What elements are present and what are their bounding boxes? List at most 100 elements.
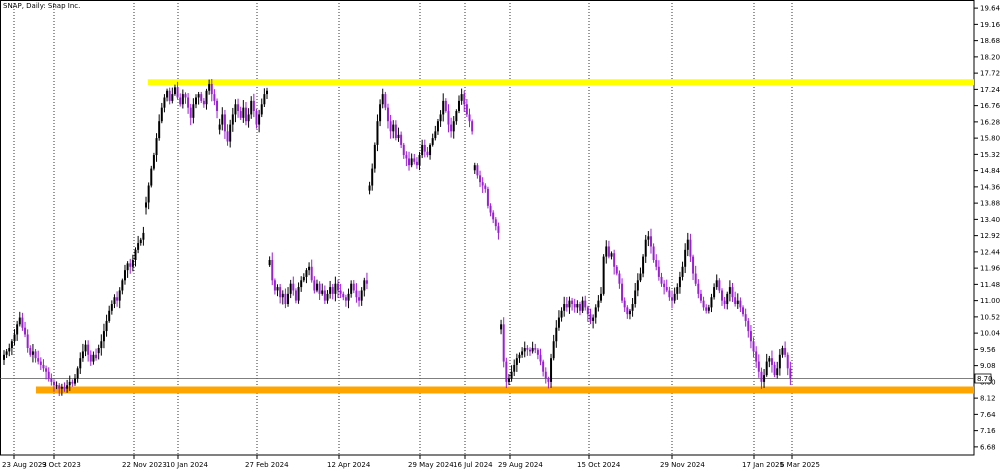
candle-body	[363, 280, 366, 291]
candle-body	[768, 358, 771, 362]
x-tick-label: 9 Oct 2023	[42, 461, 81, 469]
candle-body	[84, 344, 87, 352]
y-tick-label: 11.48	[980, 281, 1000, 289]
candle-body	[607, 246, 610, 257]
candle-body	[281, 293, 284, 298]
x-tick-label: 29 Aug 2024	[498, 461, 543, 469]
candle-body	[179, 97, 182, 105]
candle-body	[634, 290, 637, 305]
candle-body	[765, 361, 768, 376]
candle-body	[442, 100, 445, 115]
candle-body	[200, 94, 203, 101]
candle-body	[784, 348, 787, 355]
y-tick-label: 12.92	[980, 232, 1000, 240]
candle-body	[757, 361, 760, 372]
price-chart[interactable]: SNAP, Daily: Snap Inc. 23 Aug 2023 9 Oct …	[0, 0, 1000, 470]
candle-body	[581, 300, 584, 311]
candle-body	[121, 280, 124, 291]
y-tick-label: 14.36	[980, 183, 1000, 191]
candle-body	[479, 175, 482, 183]
candle-body	[471, 121, 474, 132]
y-tick-label: 15.32	[980, 151, 1000, 159]
candle-body	[518, 354, 521, 359]
candle-body	[129, 263, 132, 267]
candle-body	[615, 266, 618, 274]
candle-body	[578, 304, 581, 311]
candle-body	[16, 324, 19, 335]
y-tick-label: 19.64	[980, 5, 1000, 13]
y-tick-label: 11.00	[980, 297, 1000, 305]
candle-body	[168, 90, 171, 101]
candle-body	[539, 354, 542, 362]
candle-body	[760, 371, 763, 382]
candle-body	[626, 307, 629, 315]
candle-body	[152, 155, 155, 169]
candle-body	[568, 300, 571, 308]
candle-body	[707, 307, 710, 311]
candle-body	[747, 320, 750, 332]
candle-body	[418, 155, 421, 166]
candle-body	[97, 348, 100, 354]
y-tick-label: 7.16	[980, 427, 996, 435]
candle-body	[202, 100, 205, 105]
candle-body	[279, 287, 282, 298]
candle-body	[139, 239, 142, 244]
candle-body	[358, 297, 361, 301]
candle-body	[500, 324, 503, 330]
candle-body	[126, 263, 129, 271]
candle-body	[623, 300, 626, 308]
candle-body	[529, 349, 531, 352]
candle-body	[684, 249, 687, 267]
candle-body	[665, 287, 668, 291]
candle-body	[365, 280, 368, 284]
candle-body	[429, 144, 432, 156]
y-tick-label: 15.80	[980, 135, 1000, 143]
candle-body	[50, 378, 53, 382]
candle-body	[613, 253, 616, 267]
candle-body	[560, 310, 563, 318]
candle-body	[786, 354, 789, 369]
candle-body	[26, 334, 29, 349]
candle-body	[55, 385, 58, 387]
y-tick-label: 6.68	[980, 443, 996, 451]
candle-body	[89, 354, 92, 362]
candle-body	[463, 94, 466, 105]
candle-body	[668, 290, 671, 298]
candle-body	[671, 297, 674, 301]
x-tick-label: 27 Feb 2024	[245, 461, 289, 469]
candle-body	[728, 287, 731, 294]
candle-body	[39, 361, 42, 365]
candle-body	[384, 94, 387, 108]
candle-body	[621, 283, 624, 301]
candle-body	[402, 144, 405, 156]
candle-body	[678, 276, 681, 288]
candle-body	[468, 114, 471, 122]
candle-body	[18, 317, 21, 325]
candle-body	[534, 348, 537, 350]
candle-body	[334, 283, 337, 294]
candle-body	[58, 385, 61, 389]
current-price-label: 8.70	[977, 375, 993, 383]
candle-body	[123, 270, 126, 281]
candle-body	[481, 182, 484, 186]
candle-body	[326, 293, 329, 301]
candle-body	[42, 364, 45, 369]
candle-body	[778, 354, 781, 369]
candle-body	[602, 256, 605, 294]
candle-body	[271, 260, 274, 281]
candle-body	[749, 331, 752, 342]
candle-body	[526, 348, 529, 350]
candle-body	[323, 290, 326, 301]
candle-body	[628, 310, 631, 315]
candle-body	[92, 354, 95, 362]
candle-body	[505, 361, 508, 382]
candle-body	[426, 151, 429, 156]
y-tick-label: 18.68	[980, 37, 1000, 45]
candle-body	[95, 354, 98, 359]
candle-body	[423, 144, 426, 152]
chart-canvas[interactable]: 23 Aug 20239 Oct 2023 22 Nov 2023 10 Jan 2…	[0, 0, 1000, 470]
candle-body	[431, 138, 434, 145]
candle-body	[313, 280, 316, 291]
candle-body	[392, 124, 395, 132]
candle-body	[373, 144, 376, 169]
